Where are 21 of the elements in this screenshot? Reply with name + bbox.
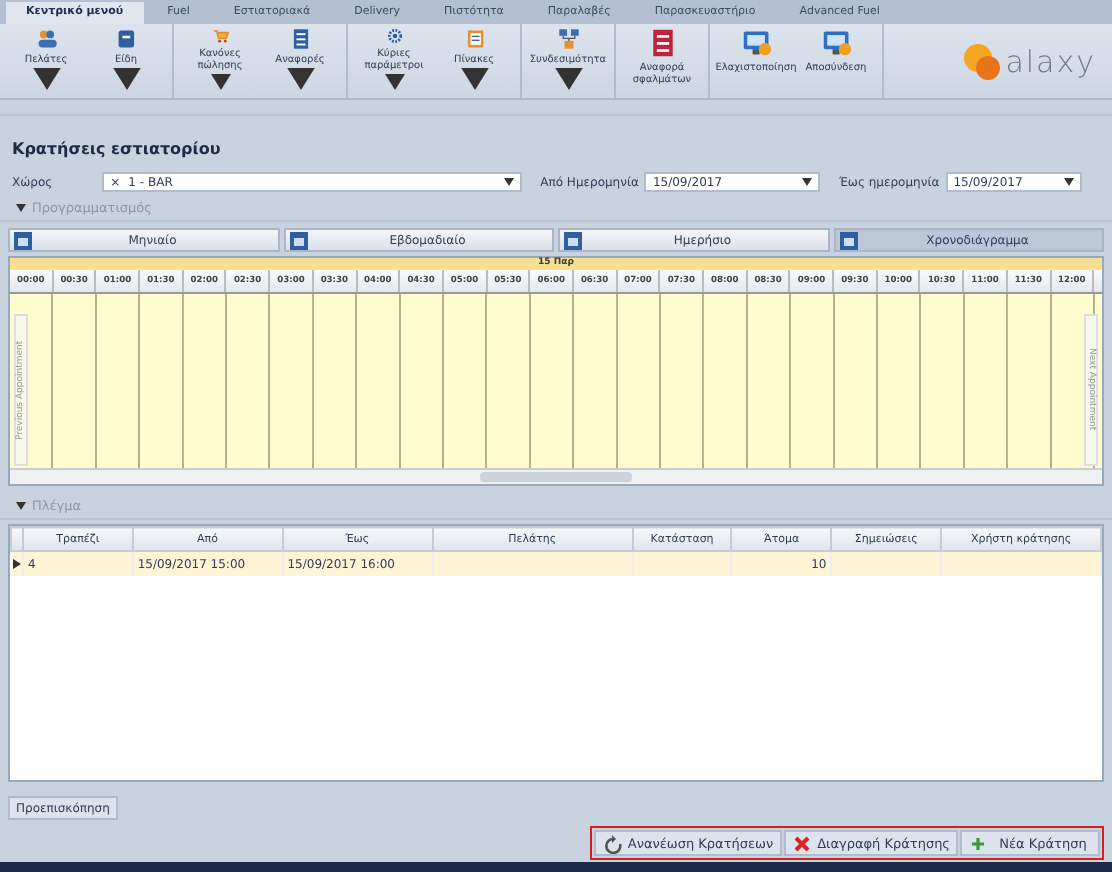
logo-icon (959, 39, 1004, 83)
refresh-icon (601, 833, 622, 853)
logo-text: alaxy (1005, 43, 1096, 79)
document-icon (647, 28, 677, 58)
caret-icon (802, 178, 813, 186)
timeline-icon (839, 231, 857, 249)
collapse-arrow-icon[interactable] (16, 204, 26, 212)
network-icon (553, 28, 583, 50)
scrollbar[interactable] (10, 468, 1102, 484)
page-title: Κρατήσεις εστιατορίου (12, 140, 221, 158)
calendar-week-icon (289, 231, 307, 249)
monitor-icon (741, 28, 771, 58)
collapse-arrow-icon[interactable] (16, 502, 26, 510)
calendar-day-icon (564, 231, 582, 249)
caret-icon (504, 178, 515, 186)
calendar-month-icon (14, 231, 32, 249)
monitor-icon (821, 28, 851, 58)
scrollbar-thumb[interactable] (480, 472, 632, 482)
delete-icon (791, 833, 812, 853)
caret-icon (1063, 178, 1074, 186)
add-icon (968, 833, 988, 853)
